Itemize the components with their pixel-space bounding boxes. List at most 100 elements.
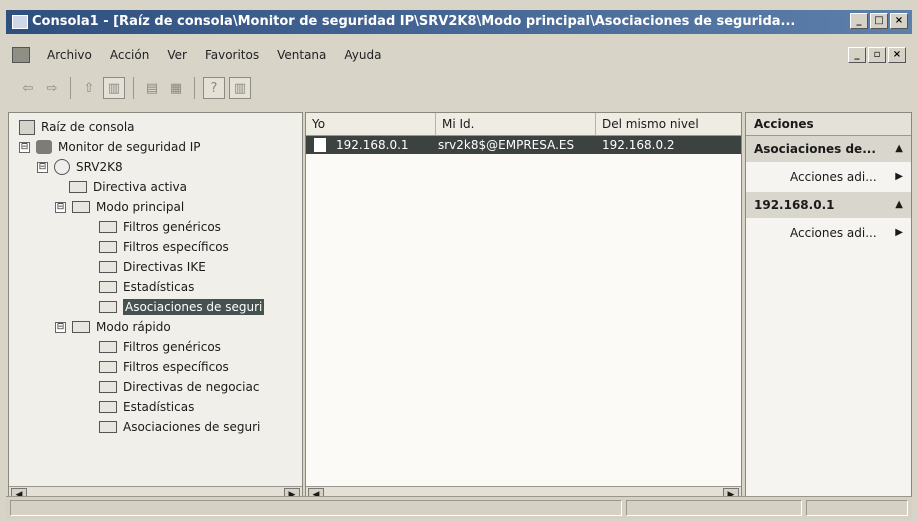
collapse-icon[interactable]: ⊟	[19, 141, 30, 153]
section-title: 192.168.0.1	[754, 198, 835, 212]
tree-label: SRV2K8	[76, 160, 123, 174]
server-icon	[54, 159, 70, 175]
child-restore-button[interactable]: ▫	[868, 47, 886, 63]
collapse-caret-icon[interactable]: ▲	[895, 192, 903, 218]
child-window-controls: _ ▫ ×	[848, 47, 906, 63]
column-header-yo[interactable]: Yo	[306, 113, 436, 135]
console-menu-icon[interactable]	[12, 47, 30, 63]
actions-section-associations[interactable]: Asociaciones de... ▲	[746, 136, 911, 162]
submenu-arrow-icon: ▶	[895, 171, 903, 182]
column-header-del-mismo-nivel[interactable]: Del mismo nivel	[596, 113, 741, 135]
child-minimize-button[interactable]: _	[848, 47, 866, 63]
child-close-button[interactable]: ×	[888, 47, 906, 63]
export-list-icon[interactable]: ▦	[166, 78, 186, 98]
toolbar-separator	[133, 77, 134, 99]
help-icon[interactable]: ?	[203, 77, 225, 99]
tree-label: Filtros específicos	[123, 240, 229, 254]
minimize-button[interactable]: _	[850, 13, 868, 29]
list-header: Yo Mi Id. Del mismo nivel	[306, 113, 741, 136]
tree-item-quick-specific-filters[interactable]: Filtros específicos	[99, 357, 229, 377]
status-pane-tertiary	[806, 500, 908, 516]
tree-label: Filtros genéricos	[123, 340, 221, 354]
actions-header: Acciones	[746, 113, 911, 136]
menu-ver[interactable]: Ver	[158, 48, 196, 62]
status-pane-main	[10, 500, 622, 516]
tree-label: Filtros específicos	[123, 360, 229, 374]
security-association-icon	[314, 138, 326, 152]
cell-yo: 192.168.0.1	[336, 138, 409, 152]
close-button[interactable]: ×	[890, 13, 908, 29]
tree-label: Asociaciones de seguri	[123, 420, 261, 434]
menu-ventana[interactable]: Ventana	[268, 48, 335, 62]
folder-icon	[99, 361, 117, 373]
more-actions-item[interactable]: Acciones adi... ▶	[746, 218, 911, 248]
results-list: Yo Mi Id. Del mismo nivel 192.168.0.1 sr…	[305, 112, 742, 505]
menu-accion[interactable]: Acción	[101, 48, 158, 62]
status-bar	[6, 496, 912, 519]
folder-icon	[99, 221, 117, 233]
up-icon[interactable]: ⇧	[79, 78, 99, 98]
collapse-icon[interactable]: ⊟	[37, 161, 48, 173]
tree-item-quick-mode[interactable]: ⊟ Modo rápido	[55, 317, 171, 337]
tree-item-main-specific-filters[interactable]: Filtros específicos	[99, 237, 229, 257]
tree-label: Estadísticas	[123, 280, 195, 294]
open-folder-icon	[99, 301, 117, 313]
show-hide-action-pane-icon[interactable]: ▥	[229, 77, 251, 99]
more-actions-item[interactable]: Acciones adi... ▶	[746, 162, 911, 192]
actions-pane: Acciones Asociaciones de... ▲ Acciones a…	[745, 112, 912, 505]
folder-icon	[72, 321, 90, 333]
submenu-arrow-icon: ▶	[895, 227, 903, 238]
tree-label: Directivas de negociac	[123, 380, 260, 394]
properties-icon[interactable]: ▤	[142, 78, 162, 98]
tree-item-main-statistics[interactable]: Estadísticas	[99, 277, 194, 297]
tree-label: Monitor de seguridad IP	[58, 140, 201, 154]
tree-label: Raíz de consola	[41, 120, 135, 134]
actions-section-ip[interactable]: 192.168.0.1 ▲	[746, 192, 911, 218]
menu-archivo[interactable]: Archivo	[38, 48, 101, 62]
title-bar: Consola1 - [Raíz de consola\Monitor de s…	[6, 10, 912, 34]
collapse-caret-icon[interactable]: ▲	[895, 136, 903, 162]
window-controls: _ □ ×	[850, 13, 908, 29]
mmc-app-icon	[12, 15, 28, 29]
tree-item-quick-generic-filters[interactable]: Filtros genéricos	[99, 337, 221, 357]
folder-icon	[99, 341, 117, 353]
tree-label: Estadísticas	[123, 400, 195, 414]
column-header-mi-id[interactable]: Mi Id.	[436, 113, 596, 135]
tree-item-quick-statistics[interactable]: Estadísticas	[99, 397, 194, 417]
tree-label: Directivas IKE	[123, 260, 206, 274]
collapse-icon[interactable]: ⊟	[55, 321, 66, 333]
folder-icon	[99, 421, 117, 433]
tree-item-quick-security-associations[interactable]: Asociaciones de seguri	[99, 417, 260, 437]
more-actions-label: Acciones adi...	[790, 226, 877, 240]
tree-item-negotiation-policies[interactable]: Directivas de negociac	[99, 377, 259, 397]
tree-label: Modo rápido	[96, 320, 171, 334]
console-root-icon	[19, 119, 35, 135]
menu-favoritos[interactable]: Favoritos	[196, 48, 268, 62]
menu-ayuda[interactable]: Ayuda	[335, 48, 390, 62]
window-title: Consola1 - [Raíz de consola\Monitor de s…	[32, 14, 796, 29]
tree-item-ipsec-monitor[interactable]: ⊟ Monitor de seguridad IP	[19, 137, 201, 157]
tree-label: Directiva activa	[93, 180, 187, 194]
forward-icon[interactable]: ⇨	[42, 78, 62, 98]
tree-item-main-mode[interactable]: ⊟ Modo principal	[55, 197, 184, 217]
toolbar-separator	[194, 77, 195, 99]
tree-label: Modo principal	[96, 200, 185, 214]
folder-icon	[69, 181, 87, 193]
menu-bar: Archivo Acción Ver Favoritos Ventana Ayu…	[6, 44, 912, 66]
tree-item-root[interactable]: Raíz de consola	[19, 117, 135, 137]
tree-item-server[interactable]: ⊟ SRV2K8	[37, 157, 123, 177]
back-icon[interactable]: ⇦	[18, 78, 38, 98]
tree-item-ike-policies[interactable]: Directivas IKE	[99, 257, 206, 277]
tree-item-main-generic-filters[interactable]: Filtros genéricos	[99, 217, 221, 237]
folder-icon	[99, 281, 117, 293]
tree-item-active-policy[interactable]: Directiva activa	[69, 177, 187, 197]
show-hide-tree-icon[interactable]: ▥	[103, 77, 125, 99]
toolbar-separator	[70, 77, 71, 99]
tree-item-main-security-associations[interactable]: Asociaciones de seguri	[99, 297, 265, 317]
maximize-button[interactable]: □	[870, 13, 888, 29]
console-tree: Raíz de consola ⊟ Monitor de seguridad I…	[8, 112, 303, 505]
table-row[interactable]: 192.168.0.1 srv2k8$@EMPRESA.ES 192.168.0…	[306, 136, 741, 154]
section-title: Asociaciones de...	[754, 142, 876, 156]
status-pane-secondary	[626, 500, 802, 516]
collapse-icon[interactable]: ⊟	[55, 201, 66, 213]
